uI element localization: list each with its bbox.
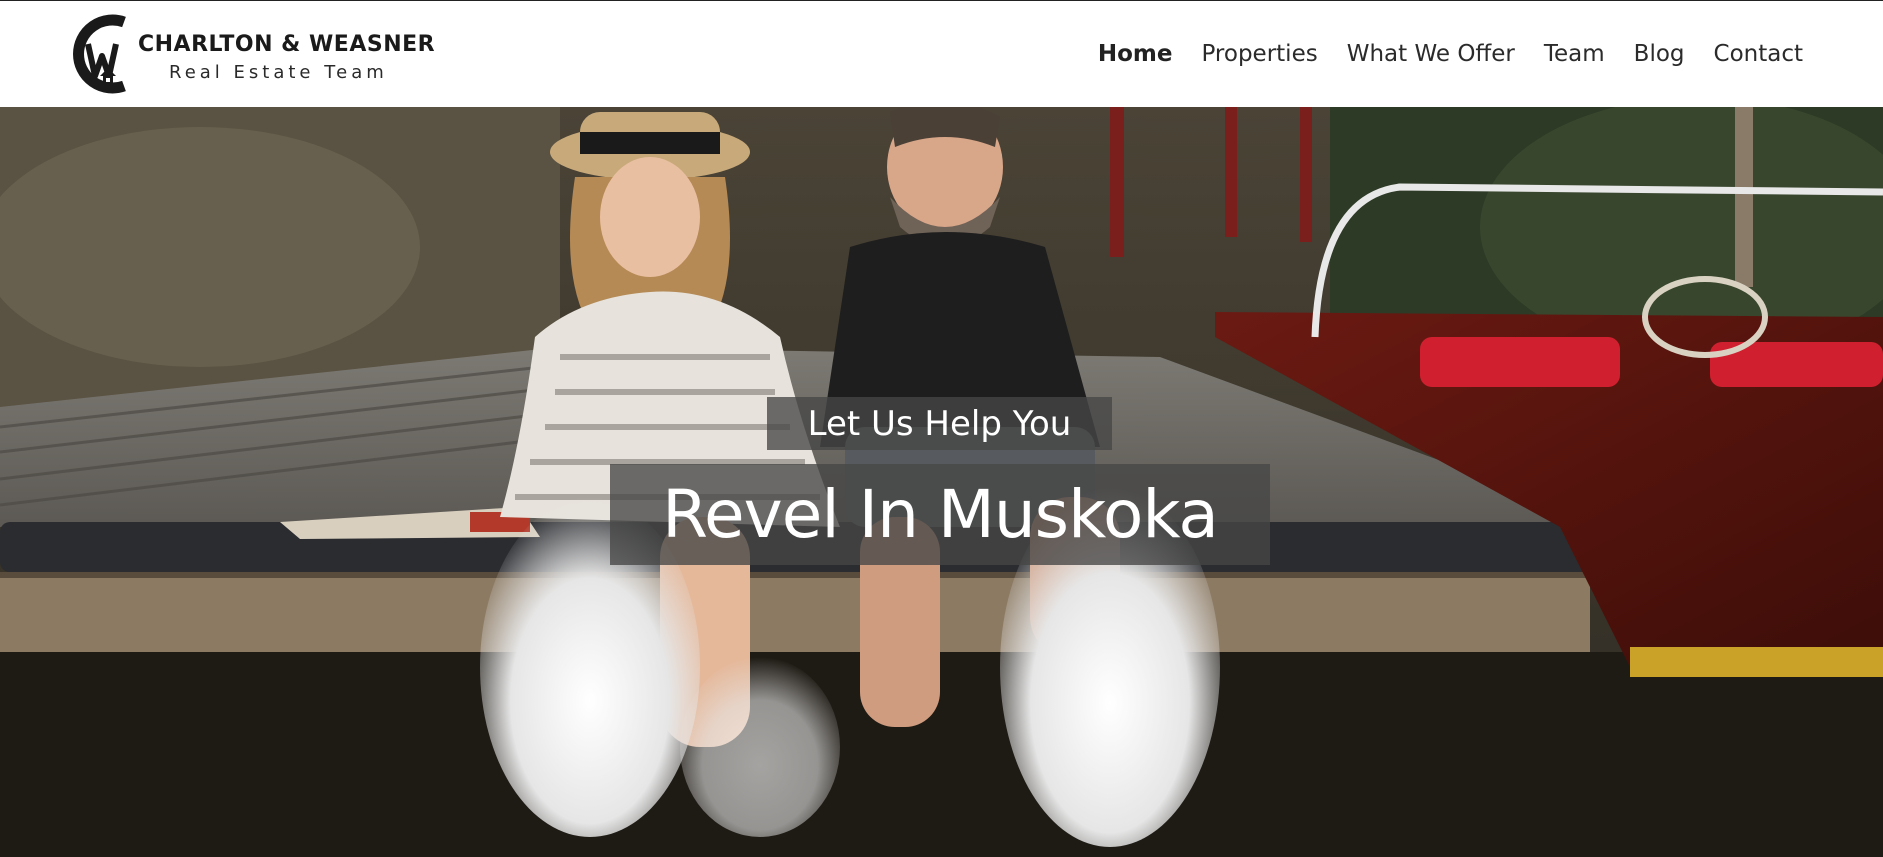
hero-subheading-box: Let Us Help You [767, 397, 1112, 450]
hero-subheading: Let Us Help You [807, 403, 1072, 444]
site-header: CHARLTON & WEASNER Real Estate Team Home… [0, 1, 1883, 107]
nav-team[interactable]: Team [1544, 41, 1605, 67]
cw-house-logo-icon [73, 14, 126, 94]
nav-blog[interactable]: Blog [1634, 41, 1685, 67]
brand-logo[interactable]: CHARLTON & WEASNER Real Estate Team [62, 10, 436, 98]
hero-section: Let Us Help You Revel In Muskoka [0, 107, 1883, 857]
nav-what-we-offer[interactable]: What We Offer [1347, 41, 1515, 67]
hero-heading: Revel In Muskoka [662, 476, 1219, 553]
nav-contact[interactable]: Contact [1714, 41, 1803, 67]
brand-tagline: Real Estate Team [169, 62, 388, 83]
nav-properties[interactable]: Properties [1201, 41, 1317, 67]
brand-name: CHARLTON & WEASNER [138, 32, 436, 57]
hero-overlay: Let Us Help You Revel In Muskoka [0, 107, 1883, 857]
main-nav: Home Properties What We Offer Team Blog … [1069, 39, 1803, 69]
hero-heading-box: Revel In Muskoka [610, 464, 1270, 565]
nav-home[interactable]: Home [1098, 41, 1173, 67]
